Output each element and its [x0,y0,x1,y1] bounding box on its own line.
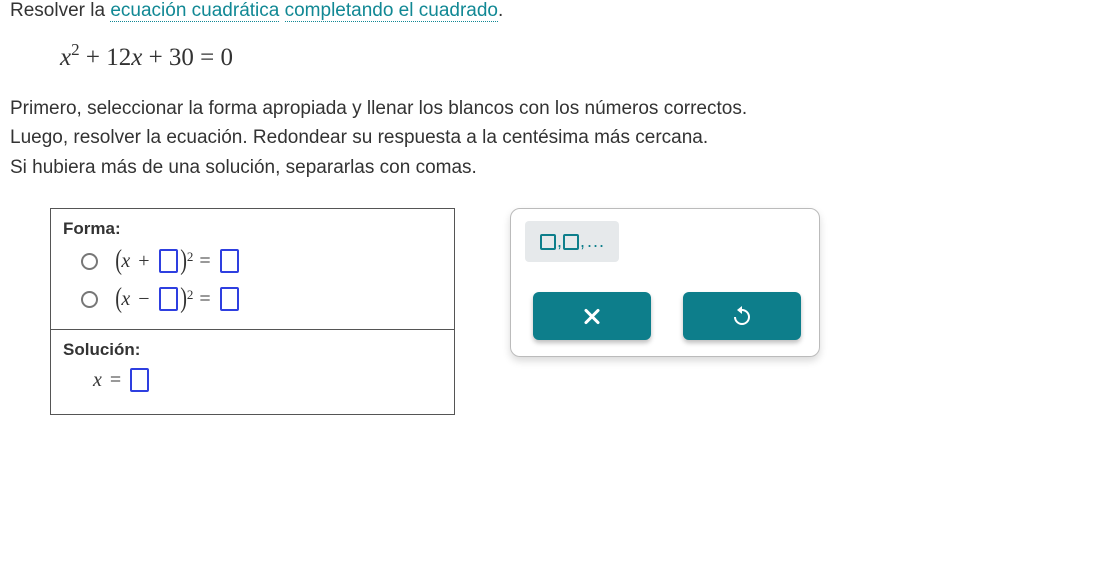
prompt-mid [279,0,284,21]
rparen2-icon: ) [180,285,187,313]
list-sep: , [557,231,562,252]
blank-solution[interactable] [130,368,149,392]
formula-minus: ( x − ) 2 = [116,285,242,313]
solution-row: x = [93,368,442,392]
eq-term2: + 12 [80,44,132,71]
prompt-lead: Resolver la [10,0,110,21]
radio-plus[interactable] [81,253,98,270]
blank-minus-rhs[interactable] [220,287,239,311]
fx-plus: x [121,250,132,273]
lparen2-icon: ( [115,285,122,313]
eq-var: x [60,44,71,71]
eq-exp: 2 [71,40,80,59]
eq-minus: = [193,288,216,311]
list-dots: ... [587,231,605,252]
solution-label: Solución: [63,340,442,360]
eq-plus: = [193,250,216,273]
inst-l1: Primero, seleccionar la forma apropiada … [10,98,747,119]
reset-button[interactable] [683,292,801,340]
prompt-tail: . [498,0,503,21]
list-entry-button[interactable]: ,,... [525,221,619,262]
form-solution-box: Forma: ( x + ) 2 = [50,208,455,415]
radio-minus[interactable] [81,291,98,308]
list-box2-icon [563,234,579,250]
lparen-icon: ( [115,247,122,275]
form-label: Forma: [63,219,442,239]
blank-plus-rhs[interactable] [220,249,239,273]
keypad-panel: ,,... [510,208,820,357]
link-quadratic-equation[interactable]: ecuación cuadrática [110,0,279,22]
list-box-icon [540,234,556,250]
close-icon [582,306,602,326]
prompt-line: Resolver la ecuación cuadrática completa… [10,0,1089,22]
sol-eq: = [104,369,127,392]
inst-l3: Si hubiera más de una solución, separarl… [10,157,477,178]
instruction-block: Primero, seleccionar la forma apropiada … [10,94,1089,182]
sol-x: x [93,369,104,392]
solution-cell: Solución: x = [51,330,454,414]
blank-plus-inside[interactable] [159,249,178,273]
blank-minus-inside[interactable] [159,287,178,311]
rparen-icon: ) [180,247,187,275]
option-minus-row: ( x − ) 2 = [81,285,442,313]
eq-term2-var: x [131,44,142,71]
equation-display: x2 + 12x + 30 = 0 [60,40,1089,72]
option-plus-row: ( x + ) 2 = [81,247,442,275]
clear-button[interactable] [533,292,651,340]
op-plus: + [132,250,155,273]
eq-term3: + 30 = 0 [142,44,233,71]
op-minus: − [132,288,155,311]
list-sep2: , [580,231,585,252]
undo-icon [730,304,754,328]
link-completing-square[interactable]: completando el cuadrado [285,0,498,22]
inst-l2: Luego, resolver la ecuación. Redondear s… [10,127,708,148]
fx-minus: x [121,288,132,311]
form-cell: Forma: ( x + ) 2 = [51,209,454,330]
formula-plus: ( x + ) 2 = [116,247,242,275]
